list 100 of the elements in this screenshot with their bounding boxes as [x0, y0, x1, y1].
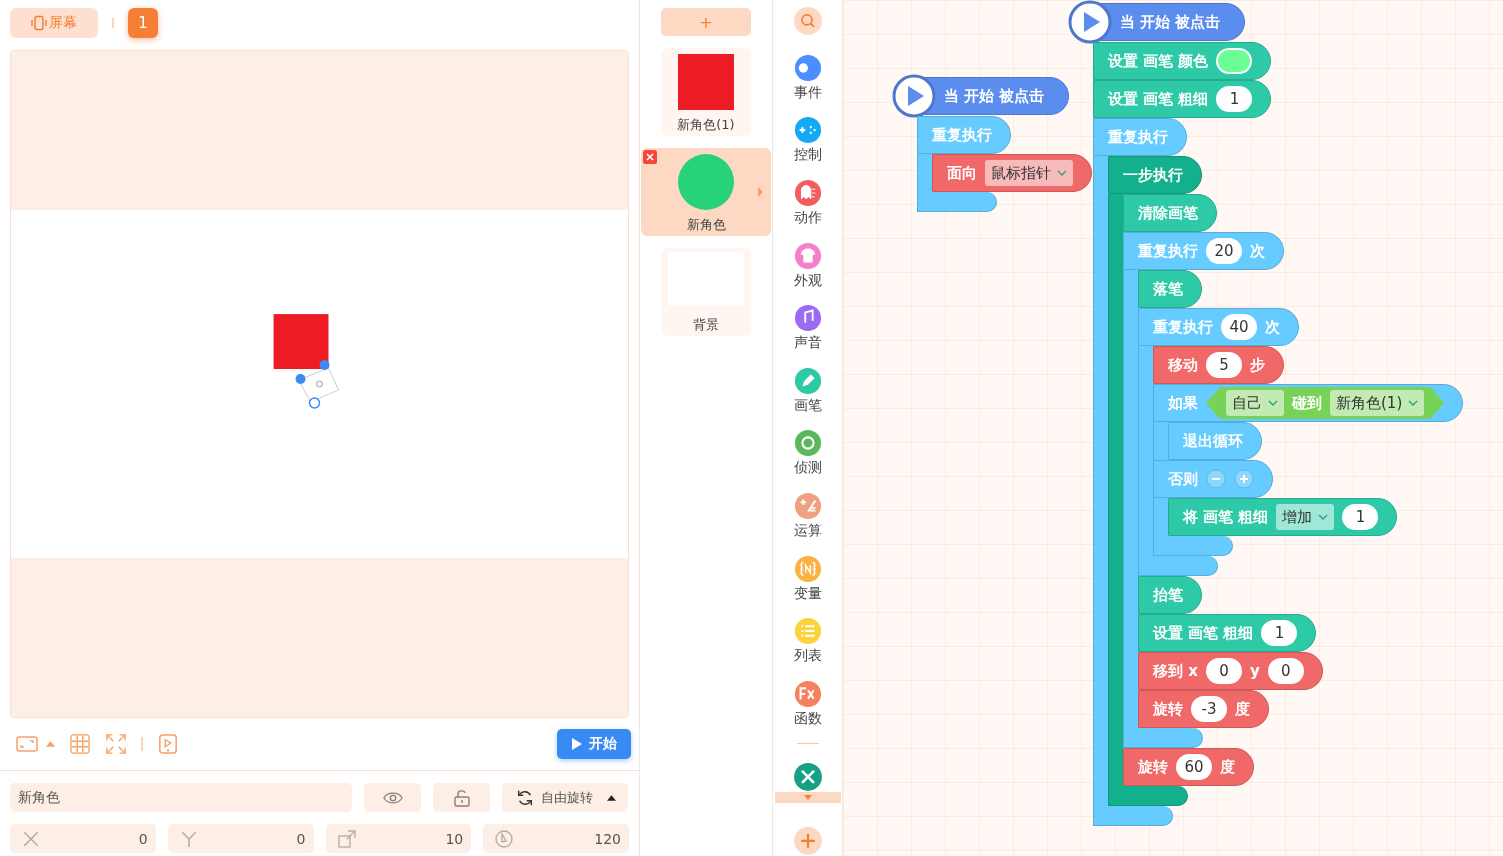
category-icon — [793, 241, 822, 270]
size-field[interactable]: 10 — [325, 824, 472, 853]
delete-icon[interactable] — [643, 150, 657, 164]
number-input[interactable]: 1 — [1261, 620, 1298, 646]
number-input[interactable]: 0 — [1205, 658, 1242, 684]
plus-button[interactable] — [1234, 469, 1254, 489]
block-label: 设置 画笔 粗细 — [1108, 89, 1209, 109]
x-axis-icon — [22, 829, 40, 848]
sprite-name: 新角色(1) — [677, 116, 735, 134]
category-icon — [793, 617, 822, 646]
code-block[interactable]: 设置 画笔 粗细 1 — [1093, 80, 1272, 118]
block-label: 退出循环 — [1183, 431, 1243, 451]
number-input[interactable]: -3 — [1191, 696, 1227, 722]
visibility-button[interactable] — [364, 783, 421, 812]
category-icon — [793, 492, 822, 521]
category-item[interactable]: 事件 — [793, 53, 822, 117]
caret-icon — [1268, 400, 1278, 406]
play-icon — [571, 737, 583, 751]
dropdown[interactable]: 鼠标指针 — [985, 160, 1073, 186]
code-block[interactable]: 旋转 -3 度 — [1138, 690, 1269, 728]
block-label: 重复执行 — [1153, 317, 1213, 337]
category-item[interactable]: 控制 — [793, 116, 822, 180]
category-item[interactable]: 画笔 — [793, 366, 822, 430]
y-field[interactable]: 0 — [167, 824, 314, 853]
phone-icon — [31, 15, 47, 31]
category-item[interactable]: 列表 — [793, 617, 822, 680]
sprite-card[interactable]: 新角色(1) — [661, 48, 751, 136]
sprite-card[interactable]: 背景 — [661, 248, 751, 336]
number-input[interactable]: 5 — [1206, 352, 1242, 378]
add-extension-icon[interactable] — [792, 826, 823, 856]
code-block[interactable]: 面向 鼠标指针 — [932, 154, 1092, 192]
sprite-card[interactable]: 新角色 — [641, 148, 771, 236]
play-screen-icon[interactable] — [157, 734, 179, 754]
grid-icon[interactable] — [69, 734, 91, 754]
code-block[interactable]: 设置 画笔 粗细 1 — [1138, 614, 1317, 652]
block-label: 当 开始 被点击 — [1120, 12, 1221, 32]
block-label: 抬笔 — [1153, 585, 1183, 605]
color-swatch[interactable] — [1216, 48, 1253, 74]
block-label: 碰到 — [1292, 393, 1322, 413]
search-icon[interactable] — [792, 6, 823, 36]
caret-icon[interactable] — [46, 741, 55, 747]
caret-icon — [606, 794, 616, 801]
direction-field[interactable]: 120 — [483, 824, 629, 853]
lock-button[interactable] — [433, 783, 490, 812]
c-block-header[interactable]: 重复执行 20 次 — [1123, 232, 1284, 270]
block-label: 当 开始 被点击 — [944, 86, 1045, 106]
code-block[interactable]: 移到 x 0 y 0 — [1138, 652, 1323, 690]
category-icon — [793, 366, 822, 395]
number-input[interactable]: 20 — [1206, 238, 1242, 264]
sprite-name: 背景 — [693, 316, 719, 334]
category-icon — [793, 429, 822, 458]
number-input[interactable]: 1 — [1216, 86, 1253, 112]
resize-icon — [337, 829, 356, 848]
block-label: y — [1249, 662, 1260, 680]
block-label: 步 — [1250, 355, 1265, 375]
block-label: 否则 — [1168, 469, 1198, 489]
block-label: 落笔 — [1153, 279, 1183, 299]
category-item[interactable]: 函数 — [793, 679, 822, 743]
condition-block[interactable]: 自己 碰到 新角色(1) — [1206, 387, 1445, 419]
tools-icon[interactable] — [792, 761, 823, 792]
category-item[interactable]: 动作 — [793, 179, 822, 242]
sprite-name: 新角色 — [686, 216, 726, 234]
dropdown[interactable]: 新角色(1) — [1330, 390, 1425, 416]
collapse-bar[interactable] — [774, 792, 841, 804]
block-label: 一步执行 — [1123, 165, 1183, 185]
dropdown[interactable]: 自己 — [1226, 390, 1284, 416]
category-icon — [793, 304, 822, 333]
block-label: 度 — [1220, 757, 1235, 777]
x-field[interactable]: 0 — [10, 824, 156, 853]
category-icon — [793, 116, 822, 145]
dropdown[interactable]: 增加 — [1276, 504, 1335, 530]
block-label: 旋转 — [1138, 757, 1168, 777]
block-label: 设置 画笔 粗细 — [1153, 623, 1254, 643]
rotation-mode-dropdown[interactable]: 自由旋转 — [502, 783, 628, 812]
number-input[interactable]: 60 — [1176, 754, 1212, 780]
caret-icon — [1318, 514, 1329, 520]
code-block[interactable]: 移动 5 步 — [1153, 346, 1284, 384]
screen-size-icon[interactable] — [16, 734, 38, 754]
sprite-name-field[interactable]: 新角色 — [10, 783, 352, 812]
number-input[interactable]: 1 — [1342, 504, 1379, 530]
fullscreen-icon[interactable] — [105, 734, 127, 754]
c-block-header[interactable]: 如果 自己 碰到 新角色(1) — [1153, 384, 1464, 422]
block-label: 度 — [1235, 699, 1250, 719]
category-item[interactable]: 运算 — [793, 492, 822, 555]
code-block[interactable]: 将 画笔 粗细 增加 1 — [1168, 498, 1398, 536]
block-label: 旋转 — [1153, 699, 1183, 719]
category-item[interactable]: 外观 — [793, 241, 822, 305]
block-label: 次 — [1250, 241, 1265, 261]
y-axis-icon — [179, 829, 198, 848]
number-input[interactable]: 0 — [1267, 658, 1304, 684]
number-input[interactable]: 40 — [1221, 314, 1257, 340]
minus-button[interactable] — [1206, 469, 1226, 489]
sprite-thumbnail — [678, 54, 734, 110]
category-item[interactable]: 声音 — [793, 304, 822, 367]
category-item[interactable]: 变量 — [793, 554, 822, 618]
code-block[interactable]: 旋转 60 度 — [1123, 748, 1254, 786]
caret-icon — [1408, 400, 1419, 406]
c-block-header[interactable]: 重复执行 40 次 — [1138, 308, 1299, 346]
caret-icon — [803, 795, 812, 801]
category-item[interactable]: 侦测 — [793, 429, 822, 493]
